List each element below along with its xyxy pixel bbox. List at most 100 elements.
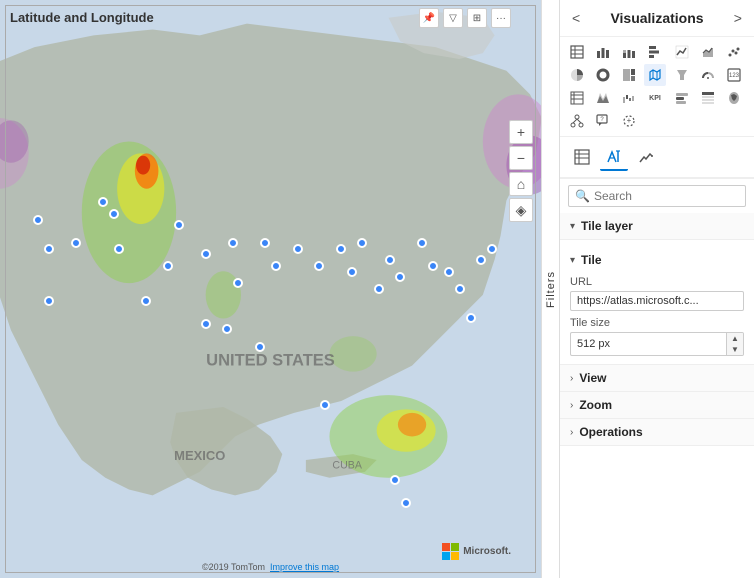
viz-icon-kpi[interactable]: KPI: [644, 87, 666, 109]
search-input[interactable]: [594, 189, 739, 203]
viz-icon-empty4: [723, 110, 745, 132]
map-dot: [395, 272, 405, 282]
viz-icon-empty2: [671, 110, 693, 132]
tile-subsection-header[interactable]: ▾ Tile: [570, 248, 744, 272]
filter-icon[interactable]: ▽: [443, 8, 463, 28]
map-dot: [228, 238, 238, 248]
zoom-section-header[interactable]: › Zoom: [560, 392, 754, 419]
zoom-in-button[interactable]: +: [509, 120, 533, 144]
tile-layer-section-header[interactable]: ▾ Tile layer: [560, 213, 754, 240]
improve-map-link[interactable]: Improve this map: [270, 562, 339, 572]
map-dot: [347, 267, 357, 277]
zoom-chevron: ›: [570, 400, 573, 411]
map-dot: [233, 278, 243, 288]
map-dot: [401, 498, 411, 508]
home-button[interactable]: ⌂: [509, 172, 533, 196]
visualizations-panel: < Visualizations > 123 KPI ? +: [559, 0, 754, 578]
viz-icon-table[interactable]: [566, 41, 588, 63]
viz-icon-ribbon[interactable]: [592, 87, 614, 109]
zoom-out-button[interactable]: −: [509, 146, 533, 170]
map-dot: [357, 238, 367, 248]
tile-size-input[interactable]: [571, 335, 726, 353]
tile-layer-title: Tile layer: [581, 219, 633, 233]
map-dot: [271, 261, 281, 271]
pin-icon[interactable]: 📌: [419, 8, 439, 28]
format-tab-button[interactable]: [600, 143, 628, 171]
svg-text:UNITED STATES: UNITED STATES: [206, 352, 335, 370]
map-dot: [476, 255, 486, 265]
tile-size-down-button[interactable]: ▼: [727, 344, 743, 355]
microsoft-logo: Microsoft.: [442, 543, 511, 560]
viz-icon-custom[interactable]: +: [618, 110, 640, 132]
panel-collapse-button[interactable]: <: [570, 8, 582, 28]
viz-icon-decomp[interactable]: [566, 110, 588, 132]
map-dot: [255, 342, 265, 352]
viz-icon-qna[interactable]: ?: [592, 110, 614, 132]
map-dot: [260, 238, 270, 248]
map-dot: [385, 255, 395, 265]
map-title: Latitude and Longitude: [10, 10, 154, 25]
map-dot: [222, 324, 232, 334]
viz-icon-funnel[interactable]: [671, 64, 693, 86]
map-dot: [201, 319, 211, 329]
map-dot: [428, 261, 438, 271]
svg-text:123: 123: [729, 73, 740, 79]
viz-icon-gauge[interactable]: [697, 64, 719, 86]
fields-tab-button[interactable]: [568, 143, 596, 171]
analytics-tab-button[interactable]: [632, 143, 660, 171]
viz-icon-stacked-bar[interactable]: [618, 41, 640, 63]
operations-chevron: ›: [570, 427, 573, 438]
map-dot: [201, 249, 211, 259]
map-dot: [466, 313, 476, 323]
search-box[interactable]: 🔍: [568, 185, 746, 207]
view-title: View: [579, 371, 606, 385]
viz-icon-area[interactable]: [697, 41, 719, 63]
filters-strip[interactable]: Filters: [541, 0, 559, 578]
viz-icon-empty3: [697, 110, 719, 132]
map-dot: [71, 238, 81, 248]
viz-icon-hbar[interactable]: [644, 41, 666, 63]
viz-icon-matrix[interactable]: [566, 87, 588, 109]
map-toolbar: 📌 ▽ ⊞ ···: [419, 8, 511, 28]
viz-icon-scatter[interactable]: [723, 41, 745, 63]
map-dot: [174, 220, 184, 230]
viz-icon-donut[interactable]: [592, 64, 614, 86]
viz-icon-empty1: [644, 110, 666, 132]
map-copyright: ©2019 TomTom Improve this map: [202, 562, 339, 572]
viz-icon-line[interactable]: [671, 41, 693, 63]
viz-icon-waterfall[interactable]: [618, 87, 640, 109]
viz-icon-bar[interactable]: [592, 41, 614, 63]
operations-section-header[interactable]: › Operations: [560, 419, 754, 446]
map-dot: [314, 261, 324, 271]
map-dot: [114, 244, 124, 254]
table-icon[interactable]: ⊞: [467, 8, 487, 28]
compass-button[interactable]: ◈: [509, 198, 533, 222]
url-label: URL: [570, 276, 744, 288]
microsoft-text: Microsoft.: [463, 546, 511, 557]
more-icon[interactable]: ···: [491, 8, 511, 28]
viz-icon-treemap[interactable]: [618, 64, 640, 86]
map-dot: [336, 244, 346, 254]
map-dot: [98, 197, 108, 207]
tile-size-up-button[interactable]: ▲: [727, 333, 743, 344]
operations-title: Operations: [579, 425, 642, 439]
viz-icon-card[interactable]: 123: [723, 64, 745, 86]
panel-header: < Visualizations >: [560, 0, 754, 37]
map-dot: [44, 296, 54, 306]
map-dot: [163, 261, 173, 271]
panel-expand-button[interactable]: >: [732, 8, 744, 28]
viz-icon-map[interactable]: [644, 64, 666, 86]
viz-icon-pie[interactable]: [566, 64, 588, 86]
url-input[interactable]: [570, 291, 744, 311]
viz-icon-table2[interactable]: [697, 87, 719, 109]
view-section-header[interactable]: › View: [560, 365, 754, 392]
map-dot: [109, 209, 119, 219]
viz-icon-filled-map[interactable]: [723, 87, 745, 109]
zoom-controls: + − ⌂ ◈: [509, 120, 533, 222]
map-dot: [44, 244, 54, 254]
viz-icon-slicer[interactable]: [671, 87, 693, 109]
view-chevron: ›: [570, 373, 573, 384]
zoom-title: Zoom: [579, 398, 612, 412]
map-dot: [320, 400, 330, 410]
tile-chevron: ▾: [570, 255, 575, 266]
